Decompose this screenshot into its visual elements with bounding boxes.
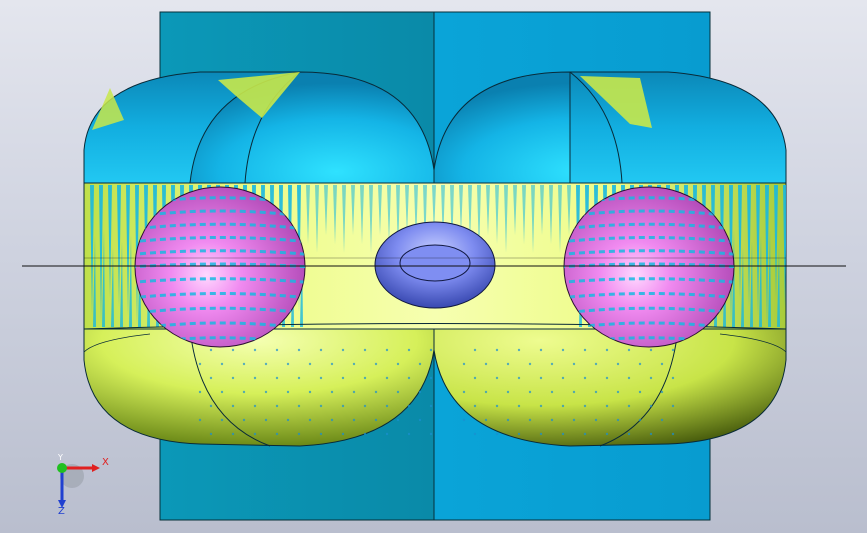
coordinate-triad: X Y Z — [44, 452, 114, 522]
graphics-viewport[interactable]: X Y Z — [0, 0, 867, 533]
z-axis-label: Z — [58, 506, 65, 517]
y-axis-label: Y — [58, 453, 63, 462]
y-axis-dot — [57, 463, 67, 473]
model-scene[interactable] — [0, 0, 867, 533]
torus-inner — [399, 244, 471, 282]
x-axis-label: X — [102, 457, 109, 468]
